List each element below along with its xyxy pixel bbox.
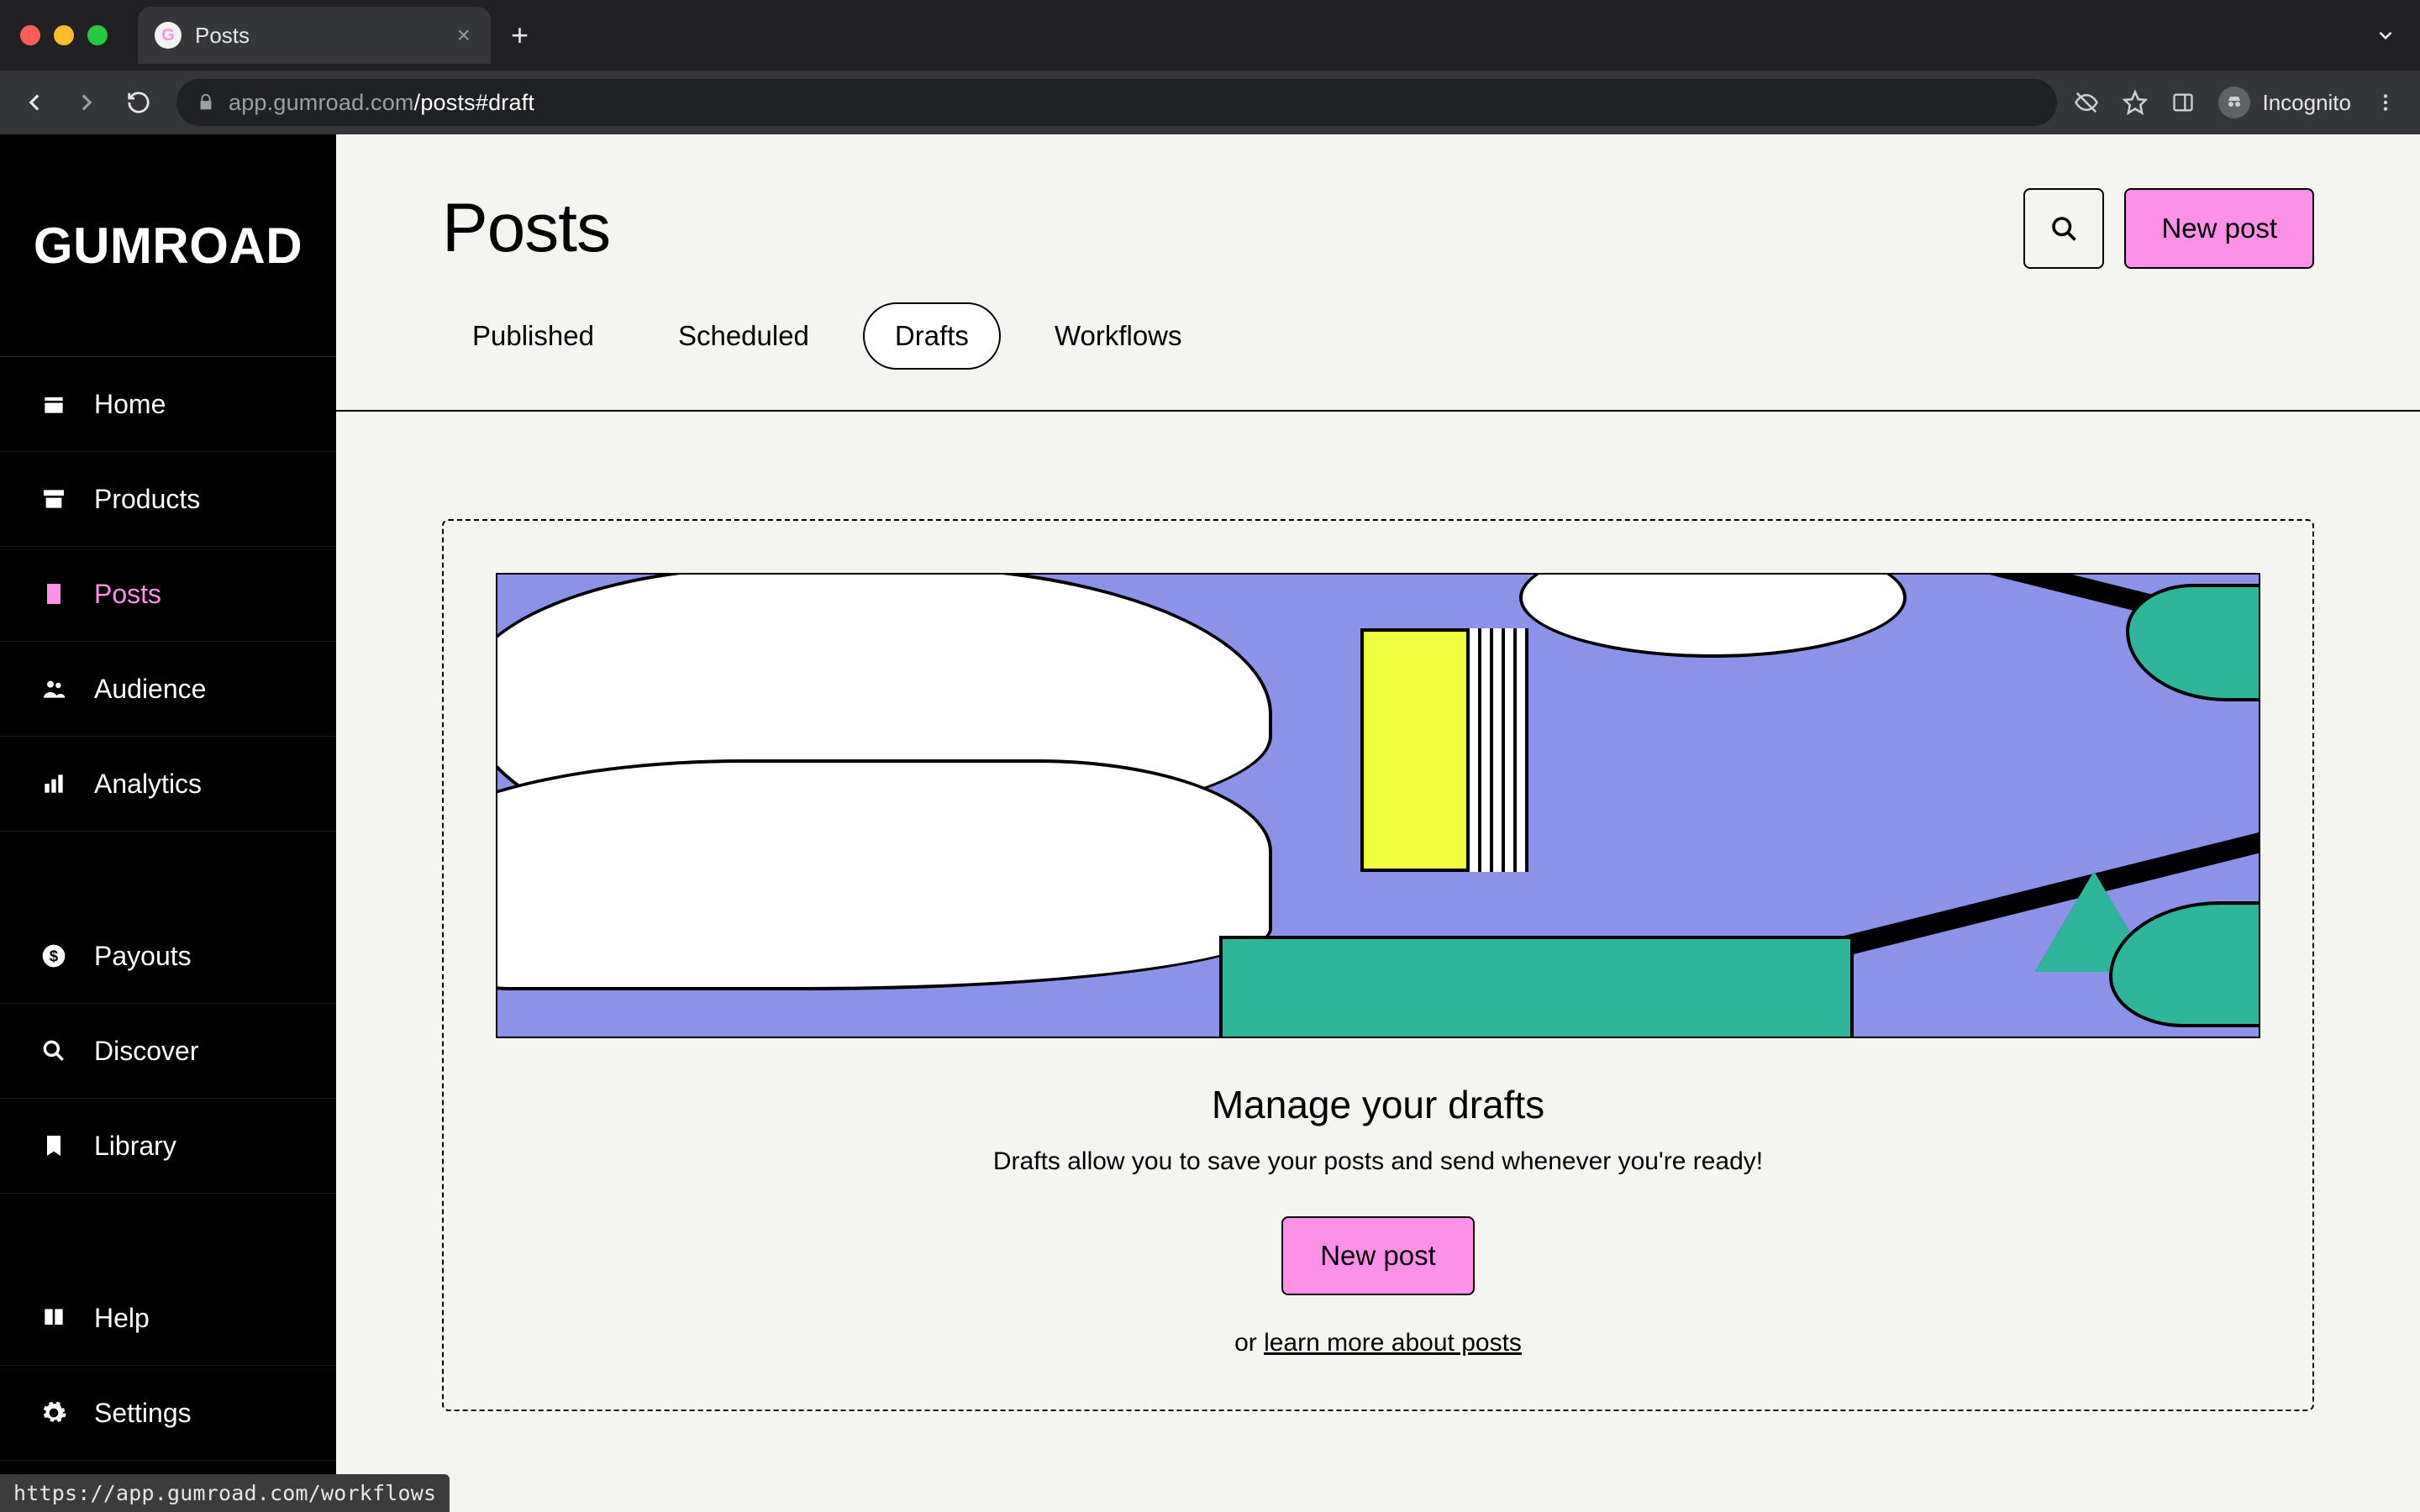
page-title: Posts	[442, 189, 610, 268]
sidebar-item-discover[interactable]: Discover	[0, 1004, 336, 1099]
main-content: Posts New post Published Scheduled Draft…	[336, 134, 2420, 1512]
window-minimize-button[interactable]	[54, 25, 74, 45]
browser-tab[interactable]: G Posts ×	[138, 7, 491, 64]
sidebar-item-label: Posts	[94, 579, 161, 610]
lock-icon	[197, 93, 215, 112]
empty-state-card: Manage your drafts Drafts allow you to s…	[442, 519, 2314, 1411]
toolbar-right: Incognito	[2074, 87, 2407, 118]
posts-icon	[39, 580, 69, 607]
tab-strip: G Posts × +	[0, 0, 2420, 71]
address-text: app.gumroad.com/posts#draft	[229, 90, 534, 116]
gear-icon	[39, 1399, 69, 1426]
bookmark-star-icon[interactable]	[2123, 90, 2148, 115]
search-button[interactable]	[2023, 188, 2104, 269]
sidebar-item-label: Library	[94, 1131, 176, 1162]
tab-close-button[interactable]: ×	[457, 24, 471, 47]
tab-title: Posts	[195, 23, 444, 49]
app-root: GUMROAD Home Products Posts Audience Ana…	[0, 134, 2420, 1512]
address-bar[interactable]: app.gumroad.com/posts#draft	[176, 79, 2057, 126]
bookmark-icon	[39, 1132, 69, 1159]
empty-state-wrap: Manage your drafts Drafts allow you to s…	[336, 412, 2420, 1411]
browser-status-bar: https://app.gumroad.com/workflows	[0, 1474, 450, 1512]
sidebar-item-library[interactable]: Library	[0, 1099, 336, 1194]
new-post-label: New post	[2161, 213, 2277, 244]
tab-published[interactable]: Published	[442, 302, 624, 370]
window-close-button[interactable]	[20, 25, 40, 45]
header-actions: New post	[2023, 188, 2314, 269]
sidebar-item-label: Discover	[94, 1036, 198, 1067]
sidebar: GUMROAD Home Products Posts Audience Ana…	[0, 134, 336, 1512]
side-panel-icon[interactable]	[2171, 91, 2195, 114]
sidebar-nav: Home Products Posts Audience Analytics $	[0, 357, 336, 1461]
sidebar-item-label: Audience	[94, 674, 206, 705]
tab-drafts[interactable]: Drafts	[863, 302, 1001, 370]
people-icon	[39, 675, 69, 702]
browser-forward-button[interactable]	[66, 81, 108, 123]
tab-workflows[interactable]: Workflows	[1024, 302, 1213, 370]
sidebar-item-home[interactable]: Home	[0, 357, 336, 452]
sidebar-item-products[interactable]: Products	[0, 452, 336, 547]
empty-subheading: Drafts allow you to save your posts and …	[496, 1147, 2260, 1176]
window-maximize-button[interactable]	[87, 25, 108, 45]
dollar-icon: $	[39, 942, 69, 969]
browser-reload-button[interactable]	[118, 81, 160, 123]
page-header: Posts New post	[336, 134, 2420, 302]
sidebar-item-posts[interactable]: Posts	[0, 547, 336, 642]
empty-heading: Manage your drafts	[496, 1082, 2260, 1127]
sidebar-item-label: Payouts	[94, 941, 192, 972]
incognito-icon	[2218, 87, 2250, 118]
sidebar-item-help[interactable]: Help	[0, 1271, 336, 1366]
tab-scheduled[interactable]: Scheduled	[648, 302, 839, 370]
new-post-button[interactable]: New post	[2124, 188, 2314, 269]
sidebar-item-label: Analytics	[94, 769, 202, 800]
tracking-protection-icon[interactable]	[2074, 90, 2099, 115]
learn-more-link[interactable]: learn more about posts	[1264, 1329, 1522, 1357]
browser-toolbar: app.gumroad.com/posts#draft Incognito	[0, 71, 2420, 134]
chart-icon	[39, 770, 69, 797]
sidebar-item-payouts[interactable]: $ Payouts	[0, 909, 336, 1004]
window-controls	[20, 25, 108, 45]
content-tabs: Published Scheduled Drafts Workflows	[336, 302, 2420, 412]
sidebar-item-label: Home	[94, 389, 166, 420]
archive-icon	[39, 486, 69, 512]
brand-logo[interactable]: GUMROAD	[0, 134, 336, 357]
empty-state-illustration	[496, 573, 2260, 1038]
book-icon	[39, 1305, 69, 1331]
svg-text:$: $	[50, 948, 59, 965]
sidebar-item-settings[interactable]: Settings	[0, 1366, 336, 1461]
sidebar-item-label: Help	[94, 1303, 150, 1334]
profile-incognito[interactable]: Incognito	[2218, 87, 2351, 118]
browser-menu-button[interactable]	[2375, 92, 2396, 113]
sidebar-item-label: Settings	[94, 1398, 192, 1429]
sidebar-item-audience[interactable]: Audience	[0, 642, 336, 737]
sidebar-item-analytics[interactable]: Analytics	[0, 737, 336, 832]
tab-favicon: G	[155, 22, 182, 49]
sidebar-spacer	[0, 832, 336, 909]
new-tab-button[interactable]: +	[511, 20, 529, 50]
search-icon	[2049, 213, 2079, 244]
sidebar-item-label: Products	[94, 484, 200, 515]
search-icon	[39, 1037, 69, 1064]
incognito-label: Incognito	[2262, 90, 2351, 116]
tabs-dropdown-button[interactable]	[2375, 24, 2396, 46]
home-icon	[39, 391, 69, 417]
sidebar-spacer	[0, 1194, 336, 1271]
browser-back-button[interactable]	[13, 81, 55, 123]
empty-learn-more-row: or learn more about posts	[496, 1329, 2260, 1357]
empty-new-post-button[interactable]: New post	[1281, 1216, 1475, 1295]
browser-chrome: G Posts × + app.gumroad.com/posts#draft …	[0, 0, 2420, 134]
